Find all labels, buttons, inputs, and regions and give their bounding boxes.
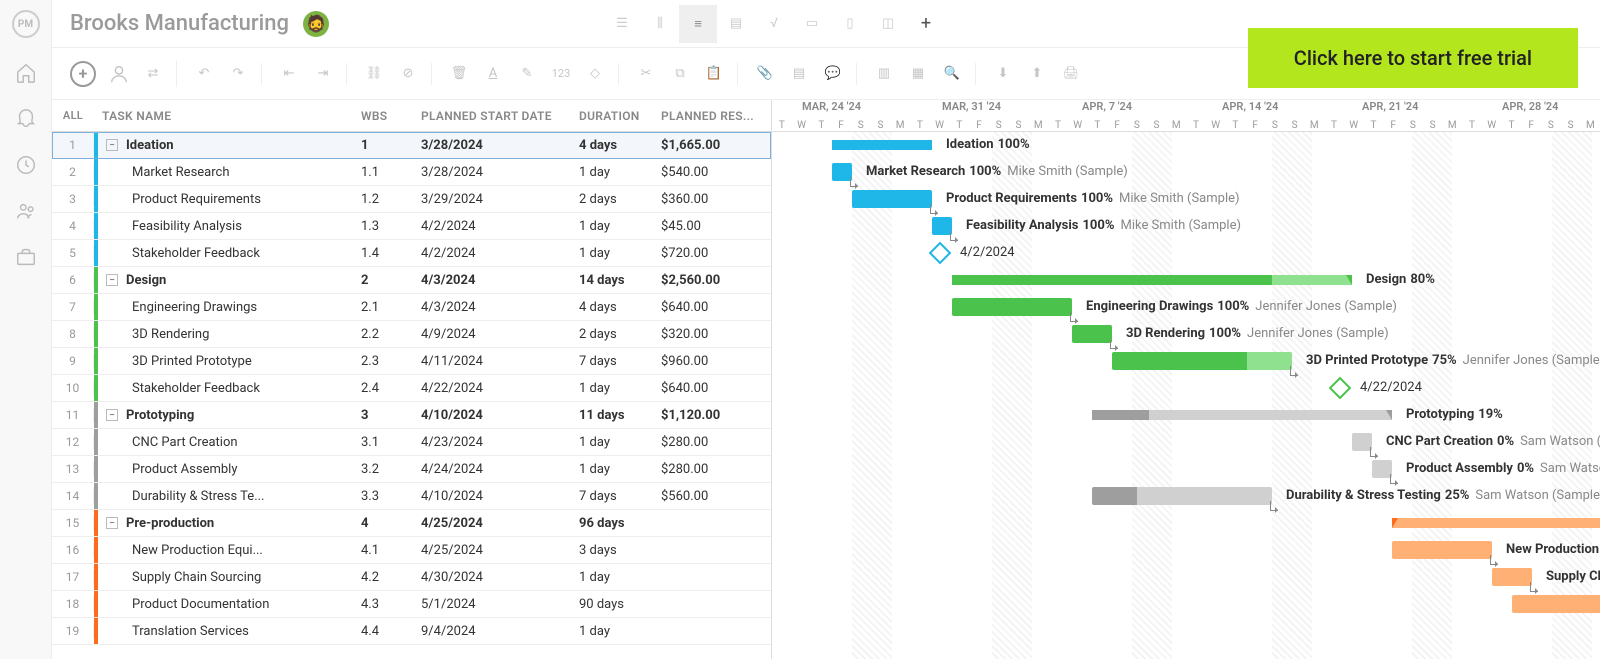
- bar-label: Prototyping19%: [1406, 407, 1503, 422]
- summary-bar[interactable]: [1392, 518, 1600, 528]
- week-label: APR, 28 '24: [1502, 100, 1558, 113]
- bar-label: New Production Equipment0%: [1506, 542, 1600, 557]
- task-bar[interactable]: [1492, 568, 1532, 586]
- task-bar[interactable]: [1512, 595, 1600, 613]
- bar-label: 3D Printed Prototype75%Jennifer Jones (S…: [1306, 353, 1600, 368]
- milestone-label: 4/22/2024: [1360, 380, 1422, 395]
- free-trial-button[interactable]: Click here to start free trial: [1248, 28, 1578, 88]
- bar-label: Durability & Stress Testing25%Sam Watson…: [1286, 488, 1600, 503]
- task-bar[interactable]: [1392, 541, 1492, 559]
- cta-arrow: [0, 8, 1200, 667]
- bar-label: Design80%: [1366, 272, 1435, 287]
- milestone-marker[interactable]: [1329, 377, 1352, 400]
- task-bar[interactable]: [1352, 433, 1372, 451]
- week-label: APR, 14 '24: [1222, 100, 1278, 113]
- bar-label: Product Assembly0%Sam Watson (Sample): [1406, 461, 1600, 476]
- week-label: APR, 21 '24: [1362, 100, 1418, 113]
- bar-label: Supply Chain Sourcing0%: [1546, 569, 1600, 584]
- task-bar[interactable]: [1372, 460, 1392, 478]
- bar-label: CNC Part Creation0%Sam Watson (Sample): [1386, 434, 1600, 449]
